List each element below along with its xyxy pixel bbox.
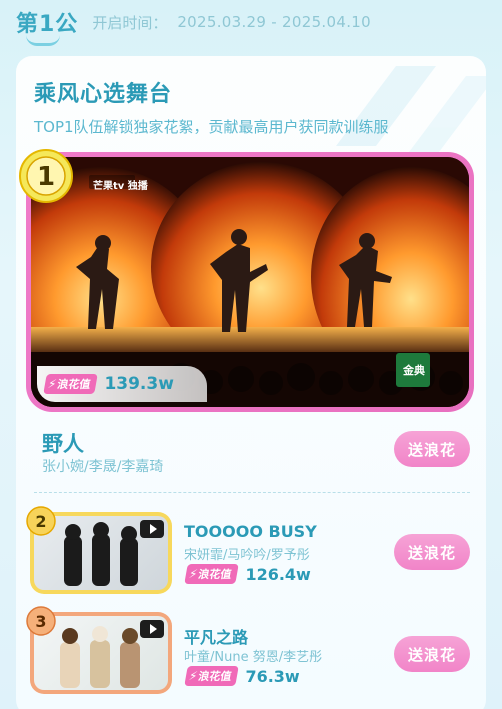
song-title: TOOOOO BUSY — [184, 522, 317, 541]
time-range: 2025.03.29 - 2025.04.10 — [177, 13, 371, 31]
featured-artists: 张小婉/李晟/李嘉琦 — [42, 459, 164, 475]
wave-stat: ⚡ 浪花值 139.3w — [37, 366, 207, 402]
rank-medal-icon: 2 — [26, 506, 56, 536]
play-icon[interactable] — [140, 620, 164, 638]
wave-label: 浪花值 — [197, 670, 233, 683]
rank-medal-icon: 1 — [19, 149, 73, 203]
wave-label: 浪花值 — [197, 568, 233, 581]
wave-badge: ⚡ 浪花值 — [43, 374, 99, 394]
song-artists: 宋妍霏/马吟吟/罗予彤 — [184, 548, 310, 563]
rank-number: 1 — [37, 162, 55, 192]
wave-stat: ⚡ 浪花值 76.3w — [184, 666, 300, 686]
brand-logo: 金典 — [403, 364, 425, 377]
round-label: 第1公 — [16, 6, 78, 46]
rank-medal-icon: 3 — [26, 606, 56, 636]
rank-number: 2 — [35, 512, 46, 531]
round-header: 第1公 开启时间： 2025.03.29 - 2025.04.10 — [16, 6, 371, 46]
divider — [34, 492, 470, 493]
section-subtitle: TOP1队伍解锁独家花絮，贡献最高用户获同款训练服 — [34, 118, 389, 136]
send-wave-button[interactable]: 送浪花 — [394, 534, 470, 570]
wave-value: 139.3w — [104, 374, 174, 394]
wave-stat: ⚡ 浪花值 126.4w — [184, 564, 311, 584]
platform-watermark: 芒果tv 独播 — [93, 181, 148, 192]
rank-number: 3 — [35, 612, 46, 631]
featured-stage-thumbnail[interactable]: 芒果tv 独播 金典 ⚡ 浪花值 139.3w — [31, 157, 469, 407]
time-label: 开启时间： — [92, 13, 168, 32]
section-title: 乘风心选舞台 — [34, 82, 173, 107]
send-wave-button[interactable]: 送浪花 — [394, 431, 470, 467]
stage-card: 乘风心选舞台 TOP1队伍解锁独家花絮，贡献最高用户获同款训练服 芒果tv 独播… — [16, 56, 486, 709]
wave-value: 126.4w — [245, 564, 311, 584]
song-artists: 叶童/Nune 努恩/李艺彤 — [184, 650, 323, 665]
background-decoration — [336, 66, 486, 156]
wave-value: 76.3w — [245, 666, 300, 686]
song-title: 平凡之路 — [184, 628, 249, 647]
featured-stage-video[interactable]: 芒果tv 独播 金典 ⚡ 浪花值 139.3w — [26, 152, 474, 412]
wave-badge: ⚡ 浪花值 — [184, 666, 240, 686]
play-icon[interactable] — [140, 520, 164, 538]
send-wave-button[interactable]: 送浪花 — [394, 636, 470, 672]
wave-label: 浪花值 — [56, 378, 92, 391]
featured-song-title: 野人 — [42, 432, 84, 456]
wave-badge: ⚡ 浪花值 — [184, 564, 240, 584]
